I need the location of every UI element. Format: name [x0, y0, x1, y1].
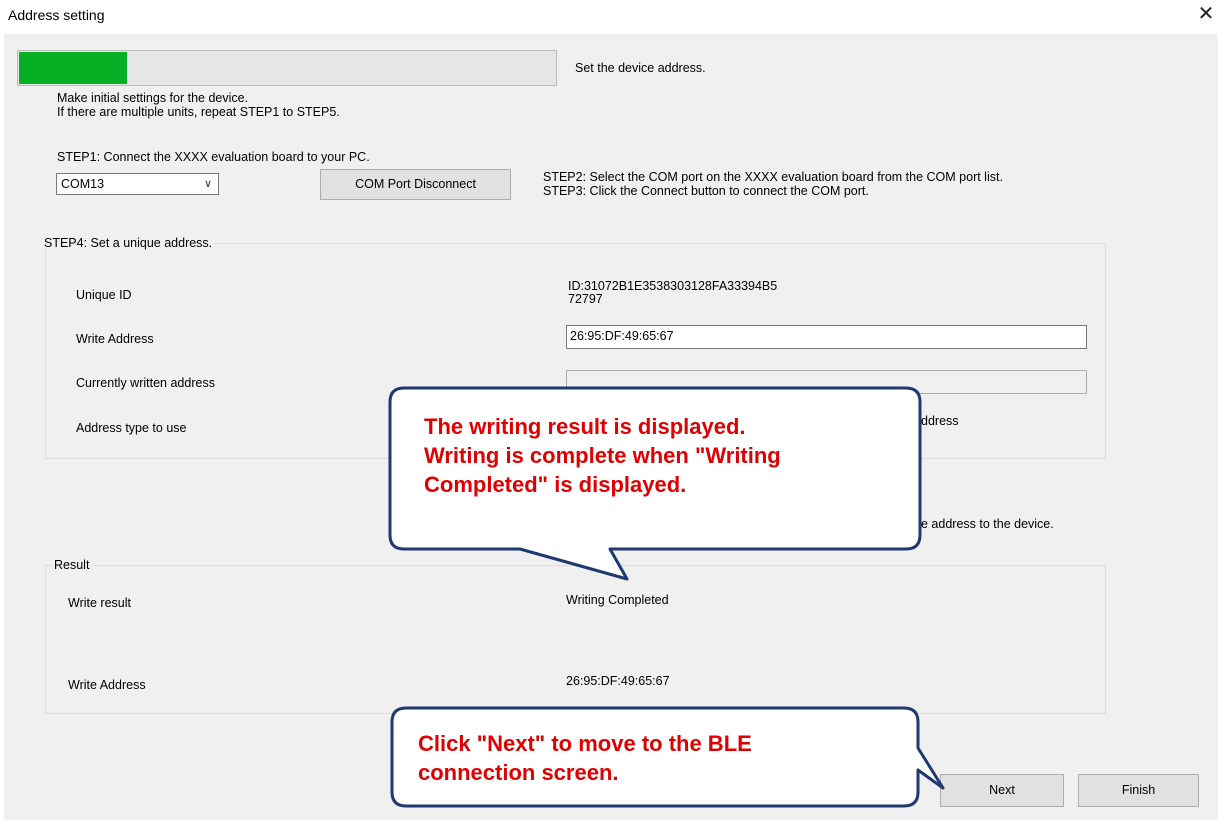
- callout-next-shape: [390, 706, 945, 808]
- callout-next-text: Click "Next" to move to the BLE connecti…: [418, 729, 752, 787]
- callout-next-line-1: Click "Next" to move to the BLE: [418, 731, 752, 756]
- callout-next-line-2: connection screen.: [418, 760, 619, 785]
